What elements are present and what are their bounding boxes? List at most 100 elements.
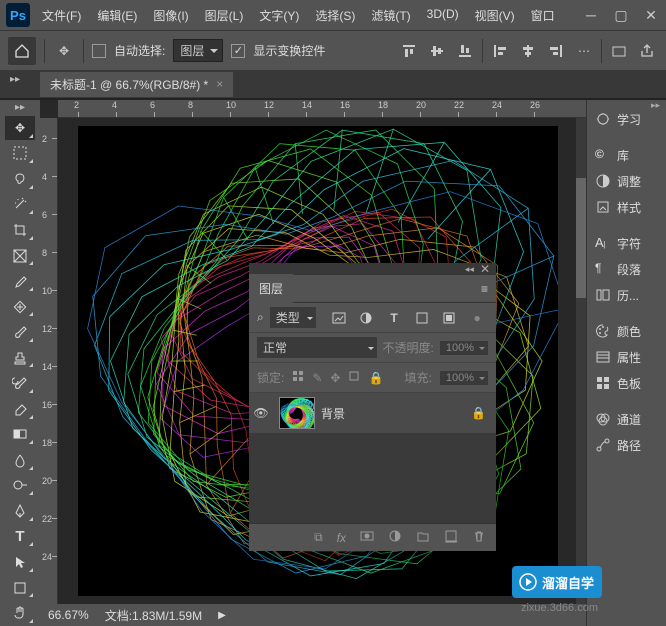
maximize-button[interactable]: ▢: [606, 0, 636, 30]
menu-layer[interactable]: 图层(L): [199, 3, 250, 28]
filter-type-dropdown[interactable]: 类型: [270, 307, 316, 328]
menu-window[interactable]: 窗口: [525, 3, 561, 28]
layer-mask-icon[interactable]: [360, 529, 374, 546]
vertical-scrollbar[interactable]: [576, 118, 586, 604]
type-tool[interactable]: T: [5, 525, 35, 549]
align-hcenter-icon[interactable]: [517, 40, 539, 62]
layer-name[interactable]: 背景: [321, 405, 471, 422]
collapse-arrow-icon[interactable]: ▸▸: [10, 74, 20, 85]
eraser-tool[interactable]: [5, 397, 35, 421]
doc-info-readout[interactable]: 文档:1.83M/1.59M: [105, 607, 202, 624]
zoom-readout[interactable]: 66.67%: [48, 608, 89, 622]
lock-artboard-icon[interactable]: [348, 370, 360, 385]
frame-tool[interactable]: [5, 244, 35, 268]
layers-panel[interactable]: ◂◂ ✕ 图层 ≡ ⌕ 类型 T ● 正常 不透明度: 100% 锁定: ✎ ✥…: [249, 263, 496, 551]
menu-filter[interactable]: 滤镜(T): [365, 3, 416, 28]
fill-value[interactable]: 100%: [440, 371, 488, 385]
close-tab-icon[interactable]: ×: [216, 77, 223, 91]
menu-image[interactable]: 图像(I): [147, 3, 194, 28]
path-select-tool[interactable]: [5, 550, 35, 574]
document-tab[interactable]: 未标题-1 @ 66.7%(RGB/8#) * ×: [40, 72, 233, 97]
share-icon[interactable]: [636, 40, 658, 62]
magic-wand-tool[interactable]: [5, 193, 35, 217]
panel-close-icon[interactable]: ✕: [480, 262, 490, 276]
layers-tab[interactable]: 图层: [249, 274, 293, 303]
panel-swatches[interactable]: 色板: [587, 370, 666, 396]
layer-thumbnail[interactable]: [279, 397, 315, 429]
minimize-button[interactable]: ─: [576, 0, 606, 30]
panel-channels[interactable]: 通道: [587, 406, 666, 432]
crop-tool[interactable]: [5, 218, 35, 242]
align-more-icon[interactable]: ⋯: [573, 40, 595, 62]
pen-tool[interactable]: [5, 499, 35, 523]
panel-adjustments[interactable]: 调整: [587, 168, 666, 194]
lock-all-icon[interactable]: 🔒: [368, 371, 383, 385]
menu-3d[interactable]: 3D(D): [421, 3, 465, 28]
hand-tool[interactable]: [5, 601, 35, 625]
menu-file[interactable]: 文件(F): [36, 3, 87, 28]
filter-type-icon[interactable]: T: [383, 307, 405, 329]
group-icon[interactable]: [416, 529, 430, 546]
filter-smart-icon[interactable]: [439, 307, 461, 329]
home-button[interactable]: [8, 37, 36, 65]
lock-pixels-icon[interactable]: [292, 370, 304, 385]
panel-libraries[interactable]: ©库: [587, 142, 666, 168]
menu-select[interactable]: 选择(S): [309, 3, 361, 28]
panel-color[interactable]: 颜色: [587, 318, 666, 344]
align-left-icon[interactable]: [489, 40, 511, 62]
filter-image-icon[interactable]: [328, 307, 350, 329]
panel-character[interactable]: A|字符: [587, 230, 666, 256]
align-right-icon[interactable]: [545, 40, 567, 62]
layer-row[interactable]: 👁 背景 🔒: [249, 393, 496, 433]
lock-position-icon[interactable]: ✥: [330, 371, 340, 385]
toolbar-collapse-icon[interactable]: ▸▸: [15, 102, 25, 113]
lock-brush-icon[interactable]: ✎: [312, 371, 322, 385]
visibility-toggle[interactable]: 👁: [249, 406, 273, 420]
menu-view[interactable]: 视图(V): [469, 3, 521, 28]
history-brush-tool[interactable]: [5, 371, 35, 395]
panel-paragraph[interactable]: ¶段落: [587, 256, 666, 282]
stamp-tool[interactable]: [5, 346, 35, 370]
info-flyout-icon[interactable]: ▶: [218, 610, 226, 621]
blend-mode-dropdown[interactable]: 正常: [257, 337, 377, 358]
panel-learn[interactable]: 学习: [587, 106, 666, 132]
align-top-icon[interactable]: [398, 40, 420, 62]
brush-tool[interactable]: [5, 320, 35, 344]
search-icon[interactable]: ⌕: [257, 310, 264, 325]
blur-tool[interactable]: [5, 448, 35, 472]
align-bottom-icon[interactable]: [454, 40, 476, 62]
gradient-tool[interactable]: [5, 423, 35, 447]
healing-tool[interactable]: [5, 295, 35, 319]
eyedropper-tool[interactable]: [5, 269, 35, 293]
menu-edit[interactable]: 编辑(E): [91, 3, 143, 28]
show-transform-checkbox[interactable]: [231, 44, 245, 58]
vertical-ruler[interactable]: 24681012141618202224: [40, 118, 58, 604]
auto-select-dropdown[interactable]: 图层: [173, 39, 223, 62]
move-tool[interactable]: ✥: [5, 116, 35, 140]
marquee-tool[interactable]: [5, 142, 35, 166]
delete-layer-icon[interactable]: [472, 529, 486, 546]
adjustment-layer-icon[interactable]: [388, 529, 402, 546]
filter-toggle[interactable]: ●: [466, 307, 488, 329]
align-vcenter-icon[interactable]: [426, 40, 448, 62]
filter-shape-icon[interactable]: [411, 307, 433, 329]
panel-paths[interactable]: 路径: [587, 432, 666, 458]
filter-adjust-icon[interactable]: [355, 307, 377, 329]
layer-fx-icon[interactable]: fx: [337, 531, 346, 545]
opacity-value[interactable]: 100%: [440, 341, 488, 355]
panel-collapse-icon[interactable]: ◂◂: [465, 264, 474, 275]
new-layer-icon[interactable]: [444, 529, 458, 546]
panel-properties[interactable]: 属性: [587, 344, 666, 370]
lasso-tool[interactable]: [5, 167, 35, 191]
link-layers-icon[interactable]: ⧉: [314, 530, 323, 545]
lock-icon[interactable]: 🔒: [471, 406, 496, 420]
panel-styles[interactable]: 样式: [587, 194, 666, 220]
horizontal-ruler[interactable]: 2468101214161820222426: [58, 100, 586, 118]
close-button[interactable]: ✕: [636, 0, 666, 30]
auto-select-checkbox[interactable]: [92, 44, 106, 58]
panel-history[interactable]: 历...: [587, 282, 666, 308]
3d-mode-icon[interactable]: [608, 40, 630, 62]
panel-menu-icon[interactable]: ≡: [473, 282, 496, 296]
dodge-tool[interactable]: [5, 474, 35, 498]
shape-tool[interactable]: [5, 576, 35, 600]
